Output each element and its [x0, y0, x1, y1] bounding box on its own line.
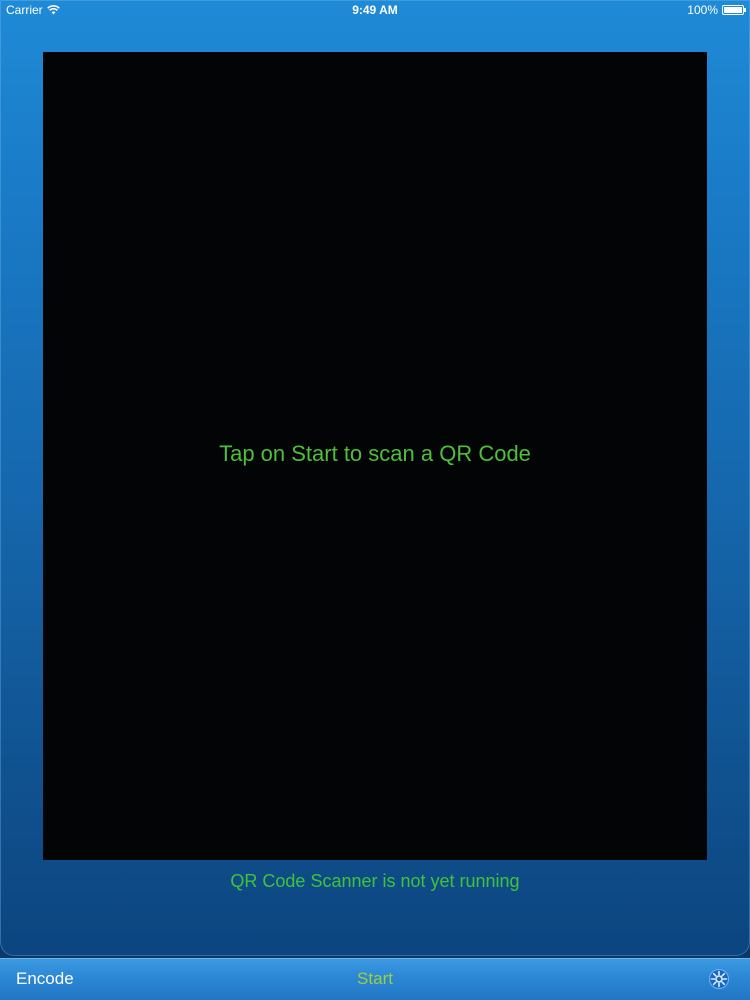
status-right: 100% [687, 3, 746, 17]
status-bar: Carrier 9:49 AM 100% [0, 0, 750, 20]
battery-icon [722, 5, 746, 15]
scanner-status-text: QR Code Scanner is not yet running [230, 871, 520, 891]
battery-percent: 100% [687, 3, 718, 17]
start-button[interactable]: Start [0, 969, 750, 989]
camera-message: Tap on Start to scan a QR Code [219, 440, 531, 466]
bottom-toolbar: Encode Start [0, 958, 750, 1000]
app-screen: Carrier 9:49 AM 100% Tap on Start to sca… [0, 0, 750, 1000]
camera-preview: Tap on Start to scan a QR Code [43, 52, 707, 860]
settings-icon[interactable] [708, 968, 730, 990]
status-time: 9:49 AM [352, 3, 398, 17]
